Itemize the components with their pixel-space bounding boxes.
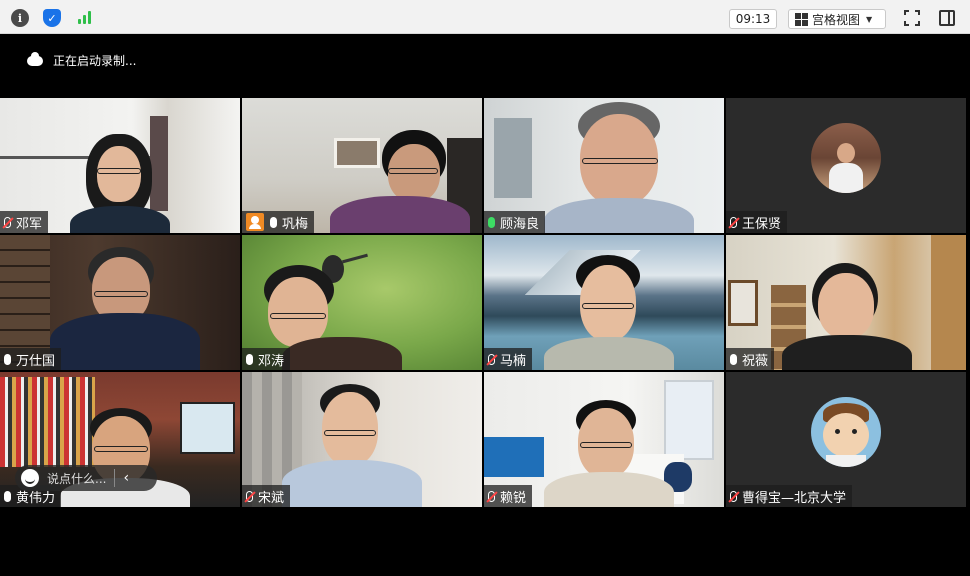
- participant-name-bar: 赖锐: [484, 485, 533, 507]
- participant-name-bar: 祝薇: [726, 348, 775, 370]
- video-tile-avatar[interactable]: 曹得宝—北京大学: [726, 372, 966, 507]
- video-tile[interactable]: 巩梅: [242, 98, 482, 233]
- participant-name-bar: 宋斌: [242, 485, 291, 507]
- mic-muted-icon: [4, 216, 11, 228]
- video-tile-active-speaker[interactable]: 顾海良: [484, 98, 724, 233]
- grid-view-icon: [795, 12, 808, 26]
- participant-name: 赖锐: [500, 490, 527, 506]
- participant-name-bar: 曹得宝—北京大学: [726, 485, 853, 507]
- participant-name: 祝薇: [742, 353, 769, 369]
- participant-name: 邓涛: [258, 353, 285, 369]
- participant-name: 万仕国: [16, 353, 56, 369]
- video-tile[interactable]: 万仕国: [0, 235, 240, 370]
- sidebar-toggle-icon[interactable]: [939, 10, 955, 26]
- participant-name-bar: 王保贤: [726, 211, 788, 233]
- cloud-icon: [27, 51, 43, 66]
- mic-icon: [246, 353, 253, 365]
- mic-muted-icon: [246, 490, 253, 502]
- participant-name-bar: 顾海良: [484, 211, 546, 233]
- user-avatar-icon: [246, 213, 264, 231]
- participant-name: 王保贤: [742, 216, 782, 232]
- mic-muted-icon: [730, 490, 737, 502]
- participant-name: 巩梅: [282, 216, 309, 232]
- participant-name-bar: 邓军: [0, 211, 49, 233]
- divider: [114, 469, 116, 487]
- video-tile[interactable]: 宋斌: [242, 372, 482, 507]
- mic-muted-icon: [488, 490, 495, 502]
- mic-muted-icon: [488, 353, 495, 365]
- chat-input-bar[interactable]: 说点什么... ‹: [15, 465, 157, 491]
- mic-icon: [4, 490, 11, 502]
- recording-status-text: 正在启动录制...: [53, 54, 137, 68]
- participant-name: 顾海良: [500, 216, 540, 232]
- participant-name: 曹得宝—北京大学: [742, 490, 847, 506]
- participant-name: 宋斌: [258, 490, 285, 506]
- participant-name: 邓军: [16, 216, 43, 232]
- video-tile[interactable]: 邓涛: [242, 235, 482, 370]
- mic-muted-icon: [730, 216, 737, 228]
- emoji-icon[interactable]: [21, 469, 39, 487]
- participant-name: 马楠: [500, 353, 527, 369]
- video-tile[interactable]: 赖锐: [484, 372, 724, 507]
- signal-bars-icon[interactable]: [76, 9, 94, 27]
- view-mode-dropdown[interactable]: 宫格视图 ▼: [788, 9, 886, 29]
- info-icon[interactable]: i: [11, 9, 29, 27]
- mic-active-icon: [488, 216, 495, 228]
- meeting-timer: 09:13: [729, 9, 777, 29]
- recording-status: 正在启动录制...: [27, 51, 137, 69]
- mic-icon: [270, 216, 277, 228]
- video-tile[interactable]: 祝薇: [726, 235, 966, 370]
- top-toolbar: i ✓ 09:13 宫格视图 ▼: [0, 0, 970, 34]
- chevron-left-icon[interactable]: ‹: [123, 470, 129, 486]
- video-tile[interactable]: 马楠: [484, 235, 724, 370]
- participant-avatar: [811, 123, 881, 193]
- participant-name-bar: 邓涛: [242, 348, 291, 370]
- view-mode-label: 宫格视图: [812, 12, 861, 27]
- mic-icon: [730, 353, 737, 365]
- participant-name-bar: 马楠: [484, 348, 533, 370]
- chevron-down-icon: ▼: [866, 14, 873, 24]
- chat-placeholder[interactable]: 说点什么...: [47, 470, 106, 487]
- mic-icon: [4, 353, 11, 365]
- video-tile-avatar[interactable]: 王保贤: [726, 98, 966, 233]
- participant-name-bar: 万仕国: [0, 348, 62, 370]
- participant-name-bar: 巩梅: [242, 211, 315, 233]
- shield-icon[interactable]: ✓: [43, 9, 61, 27]
- fullscreen-icon[interactable]: [904, 10, 920, 26]
- video-tile[interactable]: 邓军: [0, 98, 240, 233]
- cartoon-avatar: [811, 397, 881, 467]
